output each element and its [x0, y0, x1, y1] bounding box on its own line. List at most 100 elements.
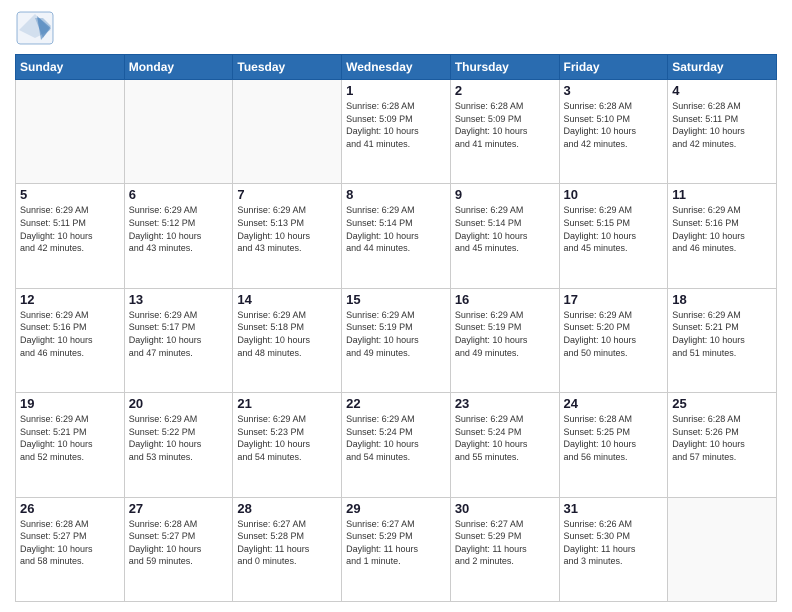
calendar-day-cell: 16 Sunrise: 6:29 AM Sunset: 5:19 PM Dayli…: [450, 288, 559, 392]
day-number: 4: [672, 83, 772, 98]
calendar-week-row: 1 Sunrise: 6:28 AM Sunset: 5:09 PM Daylig…: [16, 80, 777, 184]
day-info: Sunrise: 6:27 AM Sunset: 5:29 PM Dayligh…: [455, 518, 555, 568]
day-info: Sunrise: 6:29 AM Sunset: 5:14 PM Dayligh…: [455, 204, 555, 254]
day-number: 22: [346, 396, 446, 411]
day-info: Sunrise: 6:29 AM Sunset: 5:17 PM Dayligh…: [129, 309, 229, 359]
calendar-day-cell: 2 Sunrise: 6:28 AM Sunset: 5:09 PM Daylig…: [450, 80, 559, 184]
day-info: Sunrise: 6:28 AM Sunset: 5:27 PM Dayligh…: [20, 518, 120, 568]
day-number: 8: [346, 187, 446, 202]
day-number: 14: [237, 292, 337, 307]
day-header-sunday: Sunday: [16, 55, 125, 80]
day-info: Sunrise: 6:29 AM Sunset: 5:23 PM Dayligh…: [237, 413, 337, 463]
day-header-thursday: Thursday: [450, 55, 559, 80]
day-info: Sunrise: 6:29 AM Sunset: 5:14 PM Dayligh…: [346, 204, 446, 254]
calendar-day-cell: 9 Sunrise: 6:29 AM Sunset: 5:14 PM Daylig…: [450, 184, 559, 288]
calendar-day-cell: 10Sunrise: 6:29 AM Sunset: 5:15 PM Dayli…: [559, 184, 668, 288]
calendar-day-cell: 15 Sunrise: 6:29 AM Sunset: 5:19 PM Dayli…: [342, 288, 451, 392]
day-number: 26: [20, 501, 120, 516]
day-number: 29: [346, 501, 446, 516]
day-info: Sunrise: 6:27 AM Sunset: 5:29 PM Dayligh…: [346, 518, 446, 568]
calendar-day-cell: 27 Sunrise: 6:28 AM Sunset: 5:27 PM Dayli…: [124, 497, 233, 601]
day-number: 2: [455, 83, 555, 98]
day-number: 15: [346, 292, 446, 307]
calendar-day-cell: 4 Sunrise: 6:28 AM Sunset: 5:11 PM Daylig…: [668, 80, 777, 184]
calendar-day-cell: 25 Sunrise: 6:28 AM Sunset: 5:26 PM Dayli…: [668, 393, 777, 497]
calendar-day-cell: 6 Sunrise: 6:29 AM Sunset: 5:12 PM Daylig…: [124, 184, 233, 288]
calendar-day-cell: 31 Sunrise: 6:26 AM Sunset: 5:30 PM Dayli…: [559, 497, 668, 601]
day-number: 5: [20, 187, 120, 202]
calendar-day-cell: 8 Sunrise: 6:29 AM Sunset: 5:14 PM Daylig…: [342, 184, 451, 288]
calendar-day-cell: 13 Sunrise: 6:29 AM Sunset: 5:17 PM Dayli…: [124, 288, 233, 392]
day-info: Sunrise: 6:28 AM Sunset: 5:09 PM Dayligh…: [346, 100, 446, 150]
calendar-day-cell: [233, 80, 342, 184]
day-info: Sunrise: 6:29 AM Sunset: 5:12 PM Dayligh…: [129, 204, 229, 254]
calendar-header-row: SundayMondayTuesdayWednesdayThursdayFrid…: [16, 55, 777, 80]
calendar-day-cell: 22Sunrise: 6:29 AM Sunset: 5:24 PM Dayli…: [342, 393, 451, 497]
calendar-day-cell: 29 Sunrise: 6:27 AM Sunset: 5:29 PM Dayli…: [342, 497, 451, 601]
day-number: 9: [455, 187, 555, 202]
day-number: 28: [237, 501, 337, 516]
calendar-day-cell: 1 Sunrise: 6:28 AM Sunset: 5:09 PM Daylig…: [342, 80, 451, 184]
day-number: 20: [129, 396, 229, 411]
day-info: Sunrise: 6:28 AM Sunset: 5:26 PM Dayligh…: [672, 413, 772, 463]
day-number: 19: [20, 396, 120, 411]
day-number: 3: [564, 83, 664, 98]
day-number: 31: [564, 501, 664, 516]
day-number: 17: [564, 292, 664, 307]
calendar-day-cell: 23 Sunrise: 6:29 AM Sunset: 5:24 PM Dayli…: [450, 393, 559, 497]
calendar-day-cell: 30 Sunrise: 6:27 AM Sunset: 5:29 PM Dayli…: [450, 497, 559, 601]
day-info: Sunrise: 6:28 AM Sunset: 5:09 PM Dayligh…: [455, 100, 555, 150]
day-info: Sunrise: 6:26 AM Sunset: 5:30 PM Dayligh…: [564, 518, 664, 568]
day-header-wednesday: Wednesday: [342, 55, 451, 80]
calendar-day-cell: 24 Sunrise: 6:28 AM Sunset: 5:25 PM Dayli…: [559, 393, 668, 497]
day-header-friday: Friday: [559, 55, 668, 80]
day-info: Sunrise: 6:28 AM Sunset: 5:25 PM Dayligh…: [564, 413, 664, 463]
calendar-week-row: 19Sunrise: 6:29 AM Sunset: 5:21 PM Dayli…: [16, 393, 777, 497]
day-info: Sunrise: 6:28 AM Sunset: 5:10 PM Dayligh…: [564, 100, 664, 150]
day-number: 27: [129, 501, 229, 516]
calendar-day-cell: 28Sunrise: 6:27 AM Sunset: 5:28 PM Dayli…: [233, 497, 342, 601]
day-number: 30: [455, 501, 555, 516]
day-info: Sunrise: 6:29 AM Sunset: 5:16 PM Dayligh…: [20, 309, 120, 359]
day-number: 16: [455, 292, 555, 307]
logo: [15, 10, 59, 46]
day-info: Sunrise: 6:29 AM Sunset: 5:13 PM Dayligh…: [237, 204, 337, 254]
calendar-day-cell: 19Sunrise: 6:29 AM Sunset: 5:21 PM Dayli…: [16, 393, 125, 497]
day-number: 25: [672, 396, 772, 411]
header: [15, 10, 777, 46]
calendar-day-cell: 5 Sunrise: 6:29 AM Sunset: 5:11 PM Daylig…: [16, 184, 125, 288]
calendar-day-cell: 20 Sunrise: 6:29 AM Sunset: 5:22 PM Dayli…: [124, 393, 233, 497]
day-info: Sunrise: 6:29 AM Sunset: 5:19 PM Dayligh…: [455, 309, 555, 359]
day-number: 1: [346, 83, 446, 98]
calendar-day-cell: [16, 80, 125, 184]
day-number: 23: [455, 396, 555, 411]
day-info: Sunrise: 6:28 AM Sunset: 5:11 PM Dayligh…: [672, 100, 772, 150]
day-info: Sunrise: 6:29 AM Sunset: 5:21 PM Dayligh…: [672, 309, 772, 359]
day-info: Sunrise: 6:29 AM Sunset: 5:20 PM Dayligh…: [564, 309, 664, 359]
day-number: 6: [129, 187, 229, 202]
day-info: Sunrise: 6:29 AM Sunset: 5:24 PM Dayligh…: [455, 413, 555, 463]
calendar-day-cell: 18Sunrise: 6:29 AM Sunset: 5:21 PM Dayli…: [668, 288, 777, 392]
calendar-day-cell: [124, 80, 233, 184]
calendar-day-cell: [668, 497, 777, 601]
calendar-day-cell: 14 Sunrise: 6:29 AM Sunset: 5:18 PM Dayli…: [233, 288, 342, 392]
day-number: 10: [564, 187, 664, 202]
calendar-week-row: 26 Sunrise: 6:28 AM Sunset: 5:27 PM Dayli…: [16, 497, 777, 601]
day-info: Sunrise: 6:28 AM Sunset: 5:27 PM Dayligh…: [129, 518, 229, 568]
calendar-day-cell: 21 Sunrise: 6:29 AM Sunset: 5:23 PM Dayli…: [233, 393, 342, 497]
day-number: 24: [564, 396, 664, 411]
day-info: Sunrise: 6:29 AM Sunset: 5:22 PM Dayligh…: [129, 413, 229, 463]
page: SundayMondayTuesdayWednesdayThursdayFrid…: [0, 0, 792, 612]
day-info: Sunrise: 6:29 AM Sunset: 5:18 PM Dayligh…: [237, 309, 337, 359]
day-info: Sunrise: 6:29 AM Sunset: 5:11 PM Dayligh…: [20, 204, 120, 254]
logo-icon: [15, 10, 55, 46]
calendar-day-cell: 26 Sunrise: 6:28 AM Sunset: 5:27 PM Dayli…: [16, 497, 125, 601]
calendar-day-cell: 7Sunrise: 6:29 AM Sunset: 5:13 PM Daylig…: [233, 184, 342, 288]
calendar-day-cell: 3 Sunrise: 6:28 AM Sunset: 5:10 PM Daylig…: [559, 80, 668, 184]
calendar-day-cell: 11Sunrise: 6:29 AM Sunset: 5:16 PM Dayli…: [668, 184, 777, 288]
day-header-monday: Monday: [124, 55, 233, 80]
calendar-day-cell: 12Sunrise: 6:29 AM Sunset: 5:16 PM Dayli…: [16, 288, 125, 392]
day-number: 13: [129, 292, 229, 307]
day-number: 21: [237, 396, 337, 411]
day-info: Sunrise: 6:29 AM Sunset: 5:19 PM Dayligh…: [346, 309, 446, 359]
